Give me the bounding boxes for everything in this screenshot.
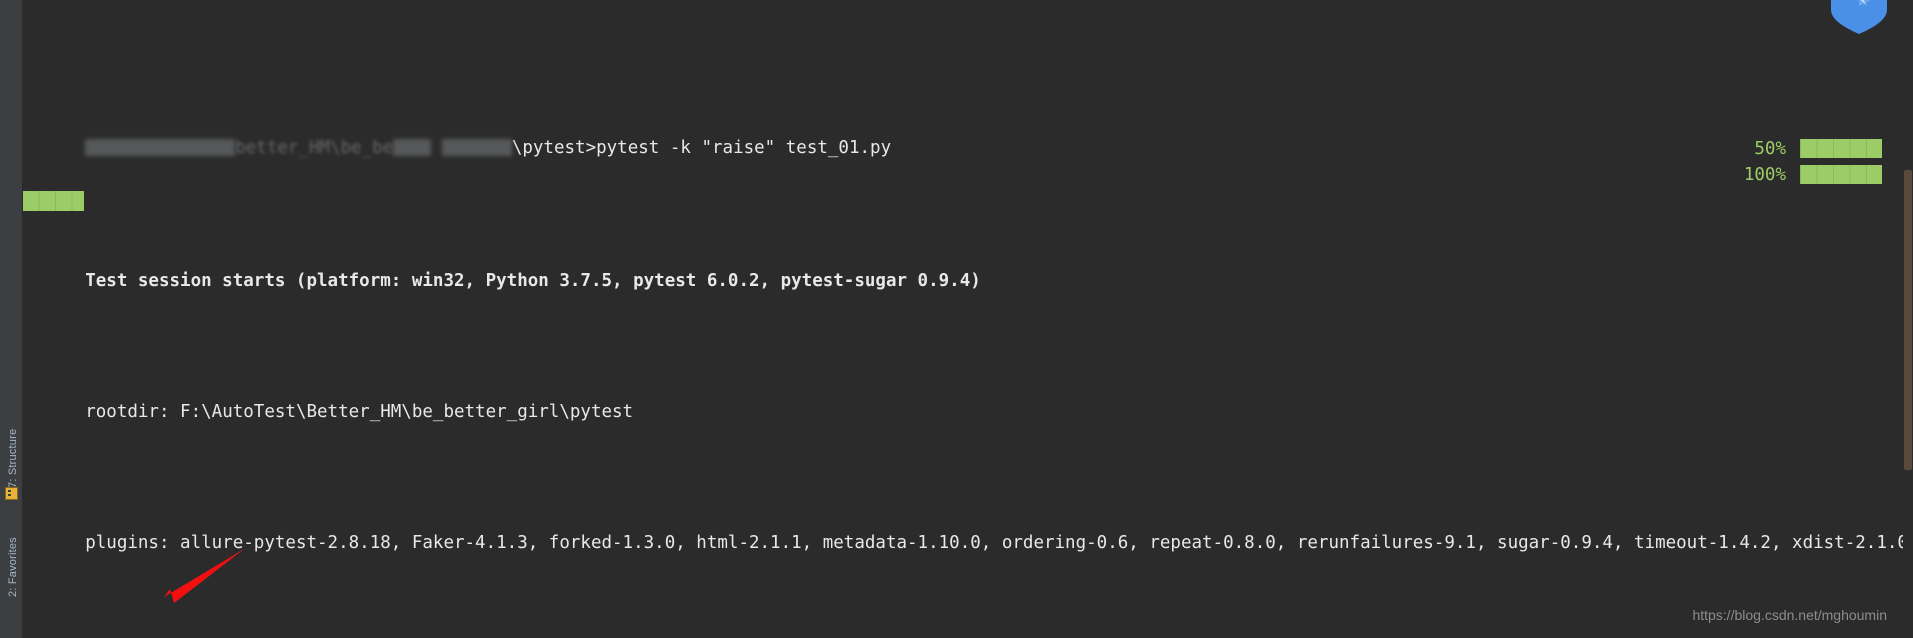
prompt-path-tail: \pytest>: [511, 138, 597, 159]
rootdir-label: rootdir:: [85, 401, 181, 422]
sidebar-item-favorites[interactable]: 2: Favorites: [0, 505, 22, 597]
console-output[interactable]: better_HM\be_be \pytest>pytest -k "raise…: [22, 0, 1913, 638]
progress-bar-50: [1800, 139, 1882, 158]
progress-bar-summary: [22, 191, 84, 211]
watermark-text: https://blog.csdn.net/mghoumin: [1692, 606, 1887, 623]
ide-run-console-window: 7: Structure 2: Favorites better_HM\be_b…: [0, 0, 1913, 638]
redacted-path-hint: better_HM\be_be: [235, 138, 394, 159]
redacted-path: [85, 135, 236, 161]
vertical-scrollbar-track[interactable]: [1903, 0, 1913, 638]
vertical-scrollbar-thumb[interactable]: [1904, 170, 1912, 470]
plugins-label: plugins:: [85, 532, 181, 553]
collecting-line: collecting ...: [22, 635, 1913, 638]
plugins-value: allure-pytest-2.8.18, Faker-4.1.3, forke…: [180, 532, 1908, 553]
sidebar-item-structure[interactable]: 7: Structure: [0, 398, 22, 488]
rootdir-line: rootdir: F:\AutoTest\Better_HM\be_better…: [22, 373, 1913, 422]
progress-percent-50: 50%: [1754, 139, 1786, 159]
plugins-line: plugins: allure-pytest-2.8.18, Faker-4.1…: [22, 504, 1913, 553]
session-header-text: Test session starts (platform: win32, Py…: [85, 270, 981, 291]
progress-percent-100: 100%: [1743, 165, 1786, 185]
rootdir-value: F:\AutoTest\Better_HM\be_better_girl\pyt…: [180, 401, 634, 422]
terminal-prompt-line: better_HM\be_be \pytest>pytest -k "raise…: [22, 109, 1913, 158]
terminal-command: pytest -k "raise" test_01.py: [596, 138, 892, 159]
favorites-icon[interactable]: [5, 487, 18, 500]
progress-bar-100: [1800, 165, 1882, 184]
session-header-line: Test session starts (platform: win32, Py…: [22, 242, 1913, 291]
app-emblem-icon: [1831, 0, 1887, 34]
tool-window-stripe: 7: Structure 2: Favorites: [0, 0, 23, 638]
